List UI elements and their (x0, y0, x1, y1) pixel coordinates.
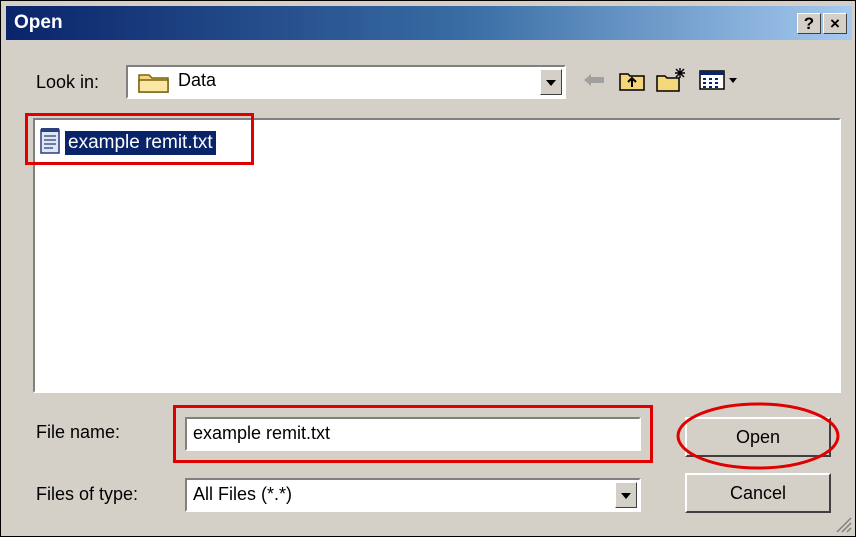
look-in-value: Data (178, 70, 217, 90)
files-of-type-value: All Files (*.*) (193, 484, 293, 504)
file-name-label: example remit.txt (65, 131, 216, 155)
files-of-type-combo[interactable]: All Files (*.*) (185, 478, 641, 512)
create-new-folder-button[interactable] (653, 67, 689, 98)
close-button[interactable]: × (823, 13, 847, 34)
chevron-down-icon (546, 80, 556, 86)
files-of-type-label: Files of type: (36, 484, 139, 504)
open-button-highlight-circle (676, 402, 840, 470)
look-in-label: Look in: (36, 72, 100, 92)
file-name-input[interactable]: example remit.txt (189, 419, 334, 447)
help-button[interactable]: ? (797, 13, 821, 34)
window-title: Open (14, 12, 63, 33)
back-button[interactable] (579, 69, 609, 95)
folder-icon (138, 71, 170, 98)
view-menu-button[interactable] (695, 69, 741, 95)
new-folder-icon (655, 67, 687, 98)
file-list[interactable]: example remit.txt (33, 118, 841, 393)
text-file-icon (39, 127, 61, 160)
view-menu-icon (698, 69, 738, 96)
up-folder-icon (618, 68, 646, 97)
cancel-button[interactable]: Cancel (685, 473, 831, 513)
files-of-type-dropdown-button[interactable] (615, 482, 637, 508)
chevron-down-icon (621, 493, 631, 499)
look-in-combo[interactable]: Data (126, 65, 566, 99)
file-name-field[interactable]: example remit.txt (185, 417, 641, 451)
look-in-dropdown-button[interactable] (540, 69, 562, 95)
title-bar[interactable]: Open ? × (6, 6, 852, 40)
list-item[interactable]: example remit.txt (39, 127, 216, 160)
up-one-level-button[interactable] (615, 69, 649, 95)
file-name-label: File name: (36, 422, 121, 442)
resize-grip-icon[interactable] (832, 513, 852, 533)
back-arrow-icon (583, 73, 605, 92)
open-dialog: Open ? × Look in: Data example remit.txt… (0, 0, 856, 537)
